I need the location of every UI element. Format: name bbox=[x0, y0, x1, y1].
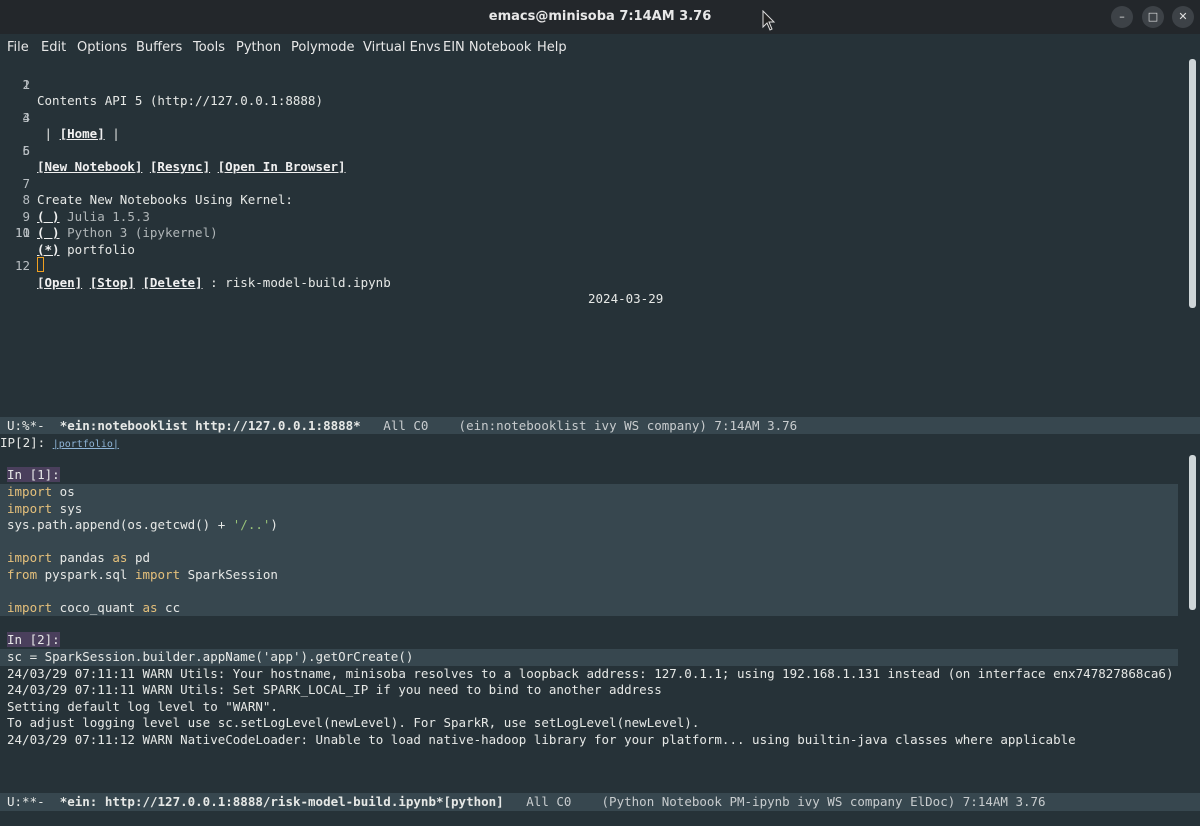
buffer-name: *ein:notebooklist http://127.0.0.1:8888* bbox=[59, 418, 361, 433]
code-line: import pandas as pd bbox=[7, 550, 151, 565]
ip-label: IP[2]: bbox=[0, 435, 53, 450]
open-notebook-button[interactable]: [Open] bbox=[37, 275, 82, 290]
menu-virtual-envs[interactable]: Virtual Envs bbox=[363, 40, 441, 55]
menu-ein-notebook[interactable]: EIN Notebook bbox=[443, 40, 531, 55]
menu-options[interactable]: Options bbox=[77, 40, 127, 55]
delete-notebook-button[interactable]: [Delete] bbox=[142, 275, 202, 290]
code-line: from pyspark.sql import SparkSession bbox=[7, 566, 278, 582]
menu-bar: File Edit Options Buffers Tools Python P… bbox=[0, 34, 1200, 59]
window-title: emacs@minisoba 7:14AM 3.76 bbox=[488, 9, 712, 24]
modeline-notebook: U:**- *ein: http://127.0.0.1:8888/risk-m… bbox=[0, 793, 1200, 811]
kernel-name-julia: Julia 1.5.3 bbox=[67, 208, 150, 224]
text-cursor bbox=[37, 257, 44, 272]
cell1-prompt-line: In [1]: bbox=[7, 467, 60, 484]
code-line: import coco_quant as cc bbox=[7, 599, 181, 615]
code-line: import sys bbox=[7, 500, 83, 516]
menu-buffers[interactable]: Buffers bbox=[136, 40, 182, 55]
menu-tools[interactable]: Tools bbox=[193, 40, 225, 55]
scrollbar-lower[interactable] bbox=[1189, 455, 1196, 610]
output-line: 24/03/29 07:11:11 WARN Utils: Your hostn… bbox=[7, 665, 1174, 681]
notebook-pane[interactable]: In [1]: import os import sys sys.path.ap… bbox=[0, 451, 1200, 794]
output-line: To adjust logging level use sc.setLogLev… bbox=[7, 715, 700, 730]
output-line: 24/03/29 07:11:12 WARN NativeCodeLoader:… bbox=[7, 731, 1076, 747]
code-cell-1[interactable] bbox=[0, 484, 1178, 616]
kernel-radio-python3[interactable]: ( ) bbox=[37, 225, 60, 240]
notebooklist-pane[interactable]: 1 Contents API 5 (http://127.0.0.1:8888)… bbox=[0, 59, 1200, 417]
modeline-notebooklist: U:%*- *ein:notebooklist http://127.0.0.1… bbox=[0, 417, 1200, 435]
create-kernel-label: Create New Notebooks Using Kernel: bbox=[37, 192, 293, 207]
resync-button[interactable]: [Resync] bbox=[150, 159, 210, 174]
mouse-pointer-icon bbox=[762, 10, 776, 31]
menu-edit[interactable]: Edit bbox=[41, 40, 66, 55]
minibuffer[interactable] bbox=[0, 811, 1200, 826]
close-icon[interactable]: ✕ bbox=[1172, 6, 1194, 28]
cell2-prompt: In [2]: bbox=[7, 632, 60, 647]
title-bar: emacs@minisoba 7:14AM 3.76 – □ ✕ bbox=[0, 0, 1200, 34]
kernel-radio-julia[interactable]: ( ) bbox=[37, 209, 60, 224]
kernel-tag[interactable]: |portfolio| bbox=[53, 439, 119, 450]
notebook-filename: : risk-model-build.ipynb bbox=[202, 274, 391, 290]
home-button[interactable]: [Home] bbox=[60, 126, 105, 141]
maximize-icon[interactable]: □ bbox=[1142, 6, 1164, 28]
notebook-date: 2024-03-29 bbox=[588, 291, 664, 306]
new-notebook-button[interactable]: [New Notebook] bbox=[37, 159, 142, 174]
line-1: 1 Contents API 5 (http://127.0.0.1:8888) bbox=[22, 76, 323, 109]
buffer-name: *ein: http://127.0.0.1:8888/risk-model-b… bbox=[59, 794, 504, 809]
code-line: import os bbox=[7, 484, 75, 499]
code-line: sys.path.append(os.getcwd() + '/..') bbox=[7, 517, 278, 532]
kernel-name-portfolio: portfolio bbox=[67, 241, 135, 257]
contents-api-text: Contents API 5 (http://127.0.0.1:8888) bbox=[37, 93, 323, 108]
cell2-code: sc = SparkSession.builder.appName('app')… bbox=[7, 649, 414, 664]
menu-polymode[interactable]: Polymode bbox=[291, 40, 355, 55]
notebook-header-line: IP[2]: |portfolio| bbox=[0, 434, 1200, 451]
output-line: Setting default log level to "WARN". bbox=[7, 698, 278, 714]
open-in-browser-button[interactable]: [Open In Browser] bbox=[218, 159, 346, 174]
stop-notebook-button[interactable]: [Stop] bbox=[90, 275, 135, 290]
kernel-name-python3: Python 3 (ipykernel) bbox=[67, 225, 218, 240]
scrollbar-upper[interactable] bbox=[1189, 59, 1196, 308]
menu-help[interactable]: Help bbox=[537, 40, 567, 55]
menu-file[interactable]: File bbox=[7, 40, 29, 55]
minimize-icon[interactable]: – bbox=[1111, 6, 1133, 28]
output-line: 24/03/29 07:11:11 WARN Utils: Set SPARK_… bbox=[7, 682, 662, 697]
menu-python[interactable]: Python bbox=[236, 40, 281, 55]
cell1-prompt: In [1]: bbox=[7, 467, 60, 482]
cell2-prompt-line: In [2]: bbox=[7, 632, 60, 649]
kernel-radio-portfolio[interactable]: (*) bbox=[37, 242, 60, 257]
